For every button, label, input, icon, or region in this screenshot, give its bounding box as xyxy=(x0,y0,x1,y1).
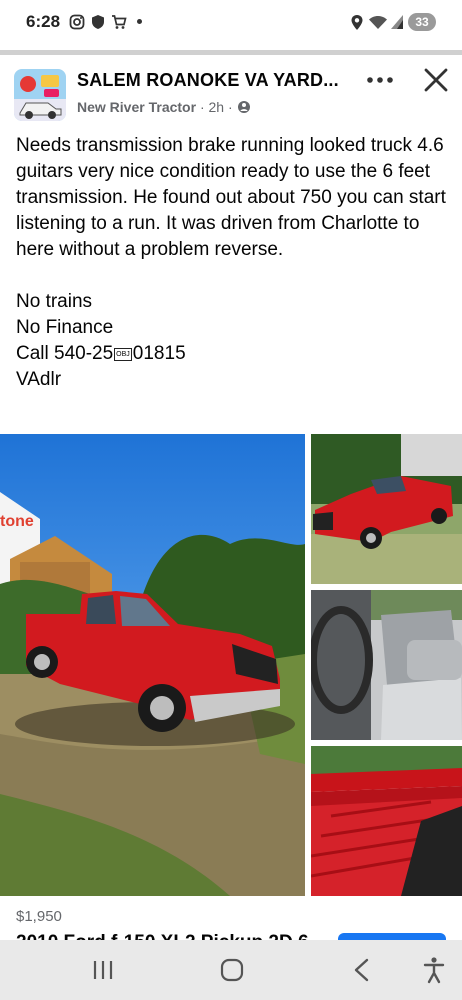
home-icon[interactable] xyxy=(212,954,252,986)
photo-gallery: tone xyxy=(0,434,462,896)
post-time: 2h xyxy=(208,99,225,115)
post-line-finance: No Finance xyxy=(16,317,114,338)
post-signoff: VAdlr xyxy=(16,369,62,390)
post-meta: New River Tractor · 2h · xyxy=(77,99,251,115)
post-description: Needs transmission brake running looked … xyxy=(16,135,446,260)
more-options-icon[interactable] xyxy=(364,68,396,92)
status-time: 6:28 xyxy=(26,12,61,31)
call-suffix: 01815 xyxy=(132,343,186,364)
listing-title[interactable]: 2010 Ford f-150 XL2 Pickup 2D 6 xyxy=(16,932,309,940)
location-icon xyxy=(351,15,363,30)
wifi-icon xyxy=(369,15,387,29)
status-bar: 6:28 33 xyxy=(0,0,462,46)
meta-separator: · xyxy=(199,99,209,115)
post-line-trains: No trains xyxy=(16,291,93,312)
marketplace-listing[interactable]: $1,950 2010 Ford f-150 XL2 Pickup 2D 6 xyxy=(0,896,462,940)
globe-icon xyxy=(237,101,250,113)
shield-icon xyxy=(92,15,104,29)
obj-placeholder-glyph: OBJ xyxy=(114,348,132,361)
system-nav-bar xyxy=(0,940,462,1000)
svg-text:tone: tone xyxy=(0,513,34,530)
close-icon[interactable] xyxy=(422,66,450,94)
group-name[interactable]: SALEM ROANOKE VA YARD... xyxy=(77,70,359,91)
battery-indicator: 33 xyxy=(408,13,436,31)
recent-apps-icon[interactable] xyxy=(83,954,123,986)
notification-dot xyxy=(137,19,142,24)
photo-truck-interior[interactable] xyxy=(311,590,462,740)
post-call-line: Call 540-25 OBJ 01815 xyxy=(16,341,452,367)
meta-separator-2: · xyxy=(227,99,237,115)
view-listing-button[interactable] xyxy=(338,933,446,940)
accessibility-icon[interactable] xyxy=(414,954,454,986)
signal-icon xyxy=(391,15,403,29)
photo-truck-bed[interactable] xyxy=(311,746,462,896)
back-icon[interactable] xyxy=(342,954,382,986)
photo-main-truck[interactable]: tone xyxy=(0,434,305,896)
post-header: SALEM ROANOKE VA YARD... New River Tract… xyxy=(0,56,462,122)
author-name[interactable]: New River Tractor xyxy=(77,99,196,115)
photo-truck-side[interactable] xyxy=(311,434,462,584)
instagram-icon xyxy=(69,14,85,30)
cart-icon xyxy=(112,15,127,29)
top-divider xyxy=(0,50,462,55)
post-body: Needs transmission brake running looked … xyxy=(16,133,452,393)
group-avatar[interactable] xyxy=(14,69,66,121)
call-prefix: Call 540-25 xyxy=(16,343,114,364)
listing-price: $1,950 xyxy=(16,908,62,925)
